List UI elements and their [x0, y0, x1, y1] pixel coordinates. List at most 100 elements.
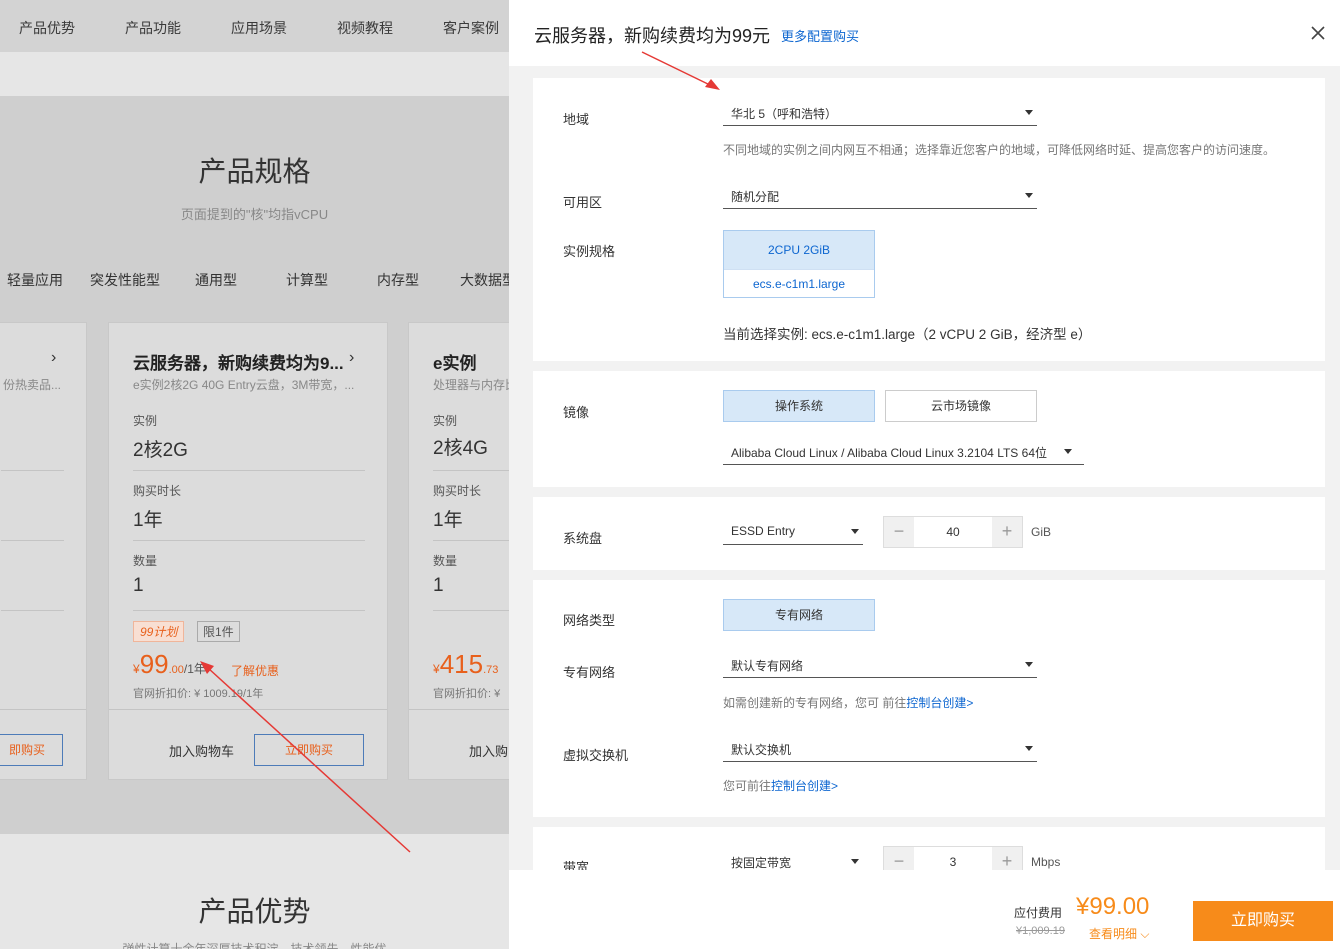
chevron-down-icon: ⌵: [1140, 927, 1150, 941]
cat-tab-burst[interactable]: 突发性能型: [90, 270, 160, 290]
price: ¥99.00/1年: [133, 649, 206, 679]
zone-select[interactable]: 随机分配: [723, 181, 1037, 209]
instance-value: 2核2G: [133, 440, 188, 461]
buy-now-button[interactable]: 即购买: [0, 734, 63, 766]
chevron-right-icon[interactable]: ›: [51, 349, 56, 367]
fee-label: 应付费用: [1014, 906, 1063, 920]
cat-tab-compute[interactable]: 计算型: [286, 270, 328, 290]
minus-button[interactable]: −: [884, 847, 914, 870]
drawer-title: 云服务器，新购续费均为99元: [534, 26, 771, 46]
original-price: 官网折扣价: ¥: [433, 688, 501, 700]
region-hint: 不同地域的实例之间内网互不相通；选择靠近您客户的地域，可降低网络时延、提高您客户…: [723, 143, 1276, 157]
os-select[interactable]: Alibaba Cloud Linux / Alibaba Cloud Linu…: [723, 437, 1084, 465]
advantage-subtitle: 弹性计算十余年深厚技术积淀，技术领先、性能优: [122, 942, 387, 949]
caret-down-icon: [851, 529, 859, 534]
chevron-right-icon[interactable]: ›: [349, 349, 354, 367]
add-cart-button[interactable]: 加入购: [469, 741, 508, 760]
qty-value: 1: [133, 575, 144, 596]
cat-tab-bigdata[interactable]: 大数据型: [460, 270, 509, 290]
product-card-2: 云服务器，新购续费均为9... › e实例2核2G 40G Entry云盘，3M…: [108, 322, 388, 780]
original-total: ¥1,009.19: [1016, 925, 1065, 937]
tab-marketplace[interactable]: 云市场镜像: [885, 390, 1037, 422]
bandwidth-value[interactable]: 3: [914, 847, 992, 870]
vpc-console-link[interactable]: 控制台创建>: [906, 696, 973, 710]
network-vpc-option[interactable]: 专有网络: [723, 599, 875, 631]
bandwidth-label: 带宽: [563, 860, 590, 870]
vswitch-console-link[interactable]: 控制台创建>: [771, 779, 838, 793]
vpc-select[interactable]: 默认专有网络: [723, 650, 1037, 678]
region-label: 地域: [563, 112, 590, 127]
caret-down-icon: [1025, 193, 1033, 198]
qty-label: 数量: [133, 554, 158, 568]
vswitch-hint: 您可前往控制台创建>: [723, 779, 839, 793]
purchase-drawer: 云服务器，新购续费均为99元 更多配置购买 地域 华北 5（呼和浩特） 不同地域…: [509, 0, 1340, 949]
vswitch-select[interactable]: 默认交换机: [723, 734, 1037, 762]
bandwidth-type-select[interactable]: 按固定带宽: [723, 847, 863, 870]
drawer-header: 云服务器，新购续费均为99元 更多配置购买: [509, 0, 1340, 66]
caret-down-icon: [851, 859, 859, 864]
product-card-3: e实例 处理器与内存比 实例 2核4G 购买时长 1年 数量 1 ¥415.73…: [408, 322, 509, 780]
plus-button[interactable]: +: [992, 517, 1022, 547]
network-label: 网络类型: [563, 613, 616, 628]
close-icon[interactable]: [1309, 24, 1327, 42]
add-cart-button[interactable]: 加入购物车: [169, 741, 234, 760]
qty-value: 1: [433, 575, 444, 596]
caret-down-icon: [1025, 110, 1033, 115]
cat-tab-general[interactable]: 通用型: [195, 270, 237, 290]
bandwidth-section: 带宽 按固定带宽 − 3 + Mbps: [533, 827, 1325, 870]
region-select[interactable]: 华北 5（呼和浩特）: [723, 98, 1037, 126]
card-desc: 处理器与内存比: [433, 378, 509, 392]
duration-value: 1年: [133, 510, 163, 531]
cat-tab-light[interactable]: 轻量应用: [7, 270, 63, 290]
card-desc: e实例2核2G 40G Entry云盘，3M带宽，...: [133, 378, 355, 392]
plus-button[interactable]: +: [992, 847, 1022, 870]
nav-features[interactable]: 产品功能: [125, 18, 181, 38]
top-nav: 产品优势 产品功能 应用场景 视频教程 客户案例: [0, 0, 509, 52]
zone-label: 可用区: [563, 195, 603, 210]
promo-link[interactable]: 了解优惠: [231, 662, 279, 679]
nav-videos[interactable]: 视频教程: [337, 18, 393, 38]
disk-size-stepper: − 40 +: [883, 516, 1023, 548]
background-page: 产品优势 产品功能 应用场景 视频教程 客户案例 产品规格 页面提到的"核"均指…: [0, 0, 509, 949]
qty-label: 数量: [433, 554, 458, 568]
caret-down-icon: [1025, 746, 1033, 751]
instance-label: 实例: [433, 414, 458, 428]
caret-down-icon: [1025, 662, 1033, 667]
instance-value: 2核4G: [433, 438, 488, 459]
duration-label: 购买时长: [133, 484, 182, 498]
minus-button[interactable]: −: [884, 517, 914, 547]
spec-cpu: 2CPU 2GiB: [724, 231, 874, 269]
nav-advantage[interactable]: 产品优势: [19, 18, 75, 38]
disk-size-value[interactable]: 40: [914, 517, 992, 547]
disk-type-select[interactable]: ESSD Entry: [723, 517, 863, 545]
spec-subtitle: 页面提到的"核"均指vCPU: [180, 207, 329, 222]
drawer-footer: 应付费用 ¥99.00 ¥1,009.19 查看明细 ⌵ 立即购买: [509, 870, 1340, 949]
product-card-1: › 份热卖品... 即购买: [0, 322, 87, 780]
duration-label: 购买时长: [433, 484, 482, 498]
buy-now-button[interactable]: 立即购买: [254, 734, 364, 766]
nav-scenarios[interactable]: 应用场景: [231, 18, 287, 38]
card-title: 云服务器，新购续费均为9...: [133, 354, 344, 373]
tab-os[interactable]: 操作系统: [723, 390, 875, 422]
buy-now-button[interactable]: 立即购买: [1193, 901, 1333, 941]
nav-cases[interactable]: 客户案例: [443, 18, 499, 38]
image-section: 镜像 操作系统 云市场镜像 Alibaba Cloud Linux / Alib…: [533, 371, 1325, 487]
view-detail-link[interactable]: 查看明细 ⌵: [1089, 925, 1149, 942]
total-price: ¥99.00: [1076, 893, 1150, 920]
card-title: e实例: [433, 354, 477, 373]
vpc-hint: 如需创建新的专有网络，您可 前往控制台创建>: [723, 696, 974, 710]
vswitch-label: 虚拟交换机: [563, 748, 629, 763]
instance-label: 实例: [133, 414, 158, 428]
region-section: 地域 华北 5（呼和浩特） 不同地域的实例之间内网互不相通；选择靠近您客户的地域…: [533, 78, 1325, 361]
vpc-label: 专有网络: [563, 665, 616, 680]
spec-title: 产品规格: [198, 156, 311, 187]
card-desc: 份热卖品...: [3, 378, 62, 392]
more-config-link[interactable]: 更多配置购买: [781, 26, 859, 45]
cat-tab-memory[interactable]: 内存型: [377, 270, 419, 290]
spec-option-selected[interactable]: 2CPU 2GiB ecs.e-c1m1.large: [723, 230, 875, 298]
disk-section: 系统盘 ESSD Entry − 40 + GiB: [533, 497, 1325, 570]
limit-badge: 限1件: [197, 621, 240, 642]
original-price: 官网折扣价: ¥ 1009.19/1年: [133, 688, 264, 700]
spec-type: ecs.e-c1m1.large: [724, 269, 874, 297]
spec-label: 实例规格: [563, 244, 616, 259]
